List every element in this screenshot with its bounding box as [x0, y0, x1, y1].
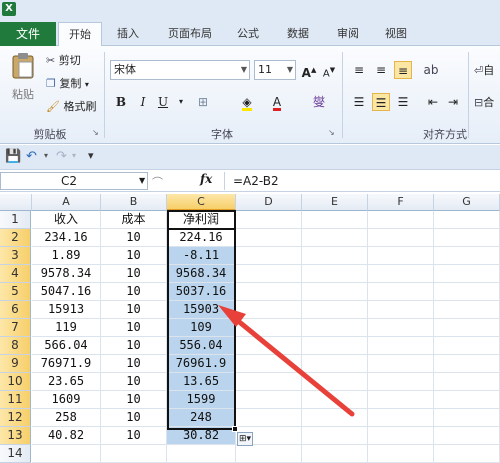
annotation-arrow: [218, 305, 355, 417]
